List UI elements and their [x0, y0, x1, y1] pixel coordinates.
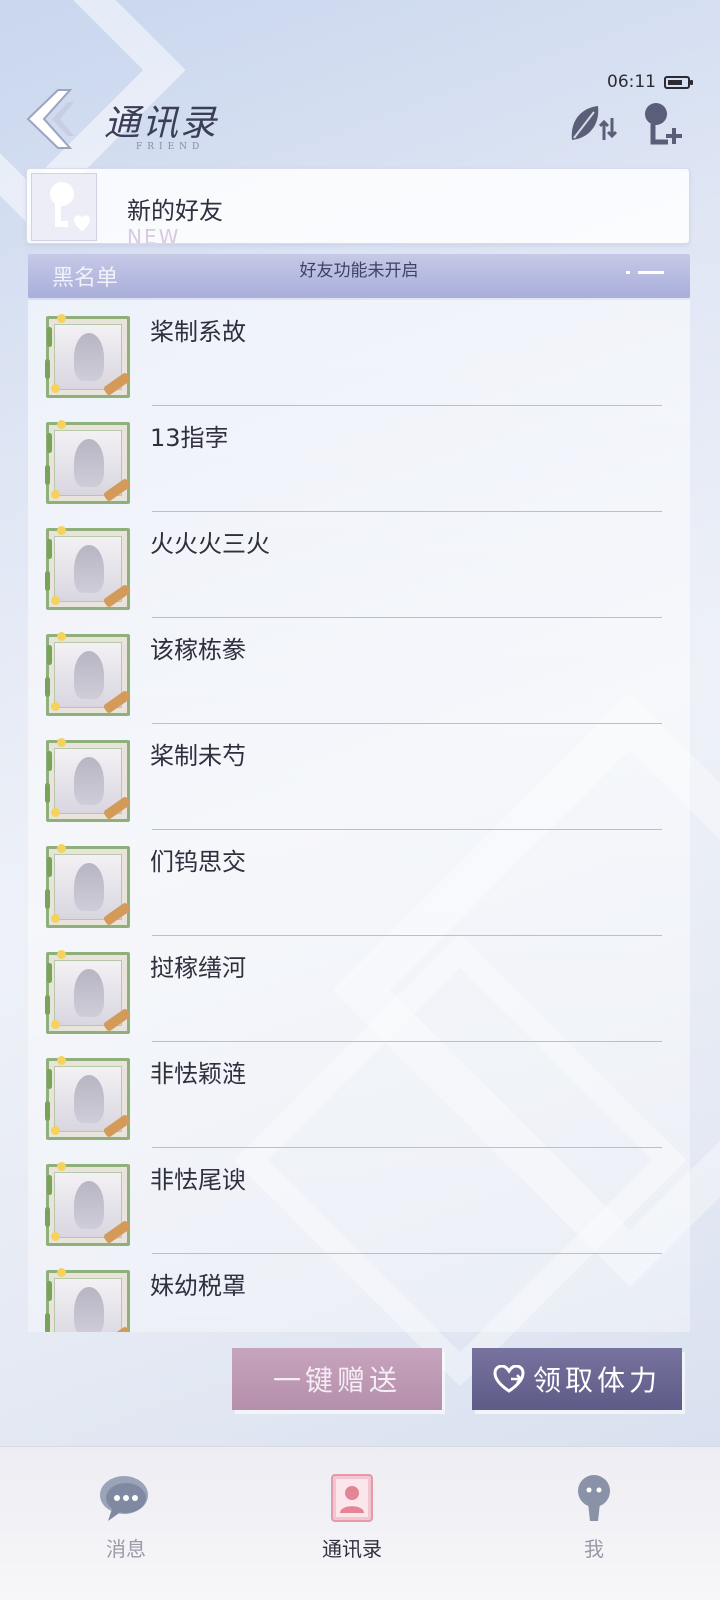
- friend-row[interactable]: 13指孛: [28, 406, 690, 512]
- new-friend-label: 新的好友: [127, 197, 223, 225]
- friend-name: 该稼栋豢: [150, 636, 246, 664]
- friend-row[interactable]: 们钨思交: [28, 830, 690, 936]
- friend-name: 桨制系故: [150, 318, 246, 346]
- dot-icon: [626, 271, 630, 274]
- claim-stamina-label: 领取体力: [532, 1364, 661, 1397]
- send-all-button[interactable]: 一键赠送: [232, 1348, 442, 1410]
- friend-row[interactable]: 该稼栋豢: [28, 618, 690, 724]
- bottom-tab-bar: 消息 通讯录 我: [0, 1446, 720, 1600]
- friend-list[interactable]: 桨制系故 13指孛火火火三火该稼栋豢桨制未芍们钨思交挝稼缮河非怯颖涟非怯尾谀妹幼税…: [28, 300, 690, 1332]
- avatar[interactable]: [45, 738, 132, 822]
- sort-button[interactable]: [566, 100, 618, 148]
- collapse-icon[interactable]: [638, 271, 664, 274]
- avatar[interactable]: [45, 420, 132, 504]
- friend-row[interactable]: 非怯尾谀: [28, 1148, 690, 1254]
- friend-name: 挝稼缮河: [150, 954, 246, 982]
- avatar[interactable]: [45, 1268, 132, 1332]
- friend-name: 13指孛: [150, 424, 229, 452]
- friend-name: 妹幼税罩: [150, 1272, 246, 1300]
- chevron-left-icon: [26, 89, 74, 149]
- new-friend-entry[interactable]: 新的好友 NEW: [26, 168, 690, 244]
- page-title: 通讯录 FRIEND: [104, 94, 218, 152]
- tab-me-label: 我: [584, 1537, 604, 1561]
- friend-name: 桨制未芍: [150, 742, 246, 770]
- tab-contacts[interactable]: 通讯录: [282, 1471, 422, 1562]
- friend-row[interactable]: 非怯颖涟: [28, 1042, 690, 1148]
- heart-arrow-icon: [493, 1365, 525, 1393]
- friend-row[interactable]: 妹幼税罩: [28, 1254, 690, 1332]
- tab-messages-label: 消息: [106, 1537, 146, 1561]
- avatar[interactable]: [45, 844, 132, 928]
- friend-feature-notice: 好友功能未开启: [299, 261, 419, 281]
- friend-row[interactable]: 火火火三火: [28, 512, 690, 618]
- avatar[interactable]: [45, 1056, 132, 1140]
- avatar[interactable]: [45, 1162, 132, 1246]
- claim-stamina-button[interactable]: 领取体力: [472, 1348, 682, 1410]
- profile-icon: [566, 1471, 622, 1527]
- friend-name: 们钨思交: [150, 848, 246, 876]
- send-all-label: 一键赠送: [272, 1364, 401, 1397]
- add-user-icon: [645, 103, 682, 145]
- contacts-book-icon: [324, 1471, 380, 1527]
- leaf-sort-icon: [571, 106, 618, 140]
- friend-name: 非怯颖涟: [150, 1060, 246, 1088]
- tab-contacts-label: 通讯录: [322, 1537, 382, 1561]
- back-button[interactable]: [24, 88, 88, 150]
- friend-row[interactable]: 挝稼缮河: [28, 936, 690, 1042]
- friend-name: 火火火三火: [150, 530, 270, 558]
- battery-icon: [664, 75, 693, 89]
- new-friend-icon: [31, 173, 97, 241]
- friend-row[interactable]: 桨制系故: [28, 300, 690, 406]
- blacklist-header[interactable]: 黑名单 好友功能未开启: [28, 254, 690, 298]
- page-title-text: 通讯录: [104, 103, 219, 144]
- avatar-placeholder: [54, 1278, 122, 1332]
- chat-bubble-icon: [98, 1471, 154, 1527]
- avatar[interactable]: [45, 526, 132, 610]
- avatar[interactable]: [45, 314, 132, 398]
- friend-name: 非怯尾谀: [150, 1166, 246, 1194]
- friend-row[interactable]: 桨制未芍: [28, 724, 690, 830]
- tab-me[interactable]: 我: [524, 1471, 664, 1562]
- header: 通讯录 FRIEND: [0, 88, 720, 158]
- avatar[interactable]: [45, 950, 132, 1034]
- new-friend-ghost-text: NEW: [127, 225, 181, 243]
- avatar[interactable]: [45, 632, 132, 716]
- tab-messages[interactable]: 消息: [56, 1471, 196, 1562]
- add-friend-button[interactable]: [638, 100, 690, 148]
